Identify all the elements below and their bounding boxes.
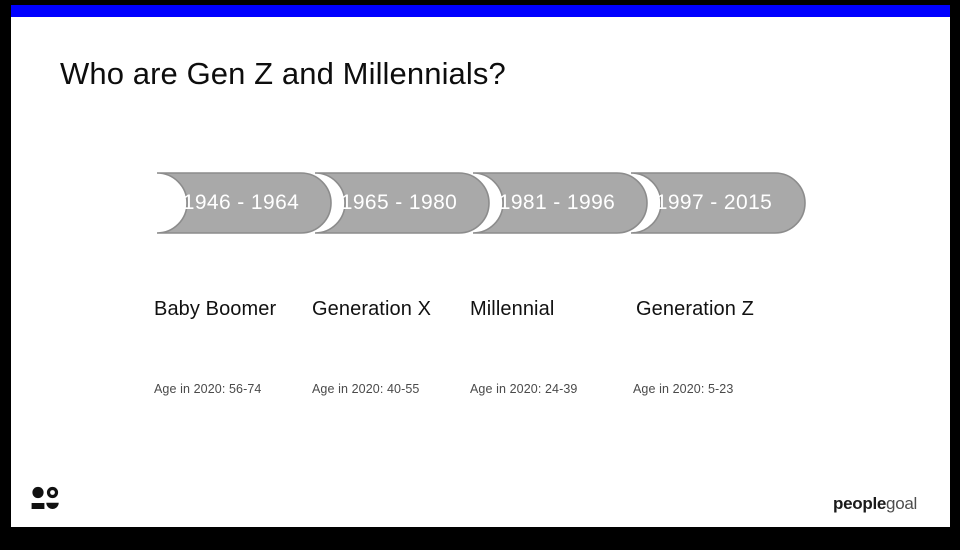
generation-age-range: Age in 2020: 24-39 bbox=[470, 382, 578, 396]
timeline-segment[interactable]: 1946 - 1964 bbox=[155, 168, 332, 238]
brand-logo: peoplegoal bbox=[833, 494, 917, 514]
brand-logo-light: goal bbox=[886, 494, 917, 513]
timeline-segment[interactable]: 1997 - 2015 bbox=[629, 168, 806, 238]
segment-year-range: 1997 - 2015 bbox=[655, 191, 773, 214]
generation-name: Baby Boomer bbox=[154, 298, 277, 320]
generation-timeline: 1946 - 1964 1965 - 1980 1981 - 1996 1997… bbox=[154, 168, 815, 396]
timeline-segment[interactable]: 1981 - 1996 bbox=[471, 168, 648, 238]
generation-age-range: Age in 2020: 5-23 bbox=[633, 382, 734, 396]
generation-name: Generation X bbox=[312, 298, 432, 320]
segment-year-range: 1965 - 1980 bbox=[340, 191, 458, 214]
timeline-segment[interactable]: 1965 - 1980 bbox=[313, 168, 490, 238]
segment-year-range: 1981 - 1996 bbox=[498, 191, 616, 214]
page-title: Who are Gen Z and Millennials? bbox=[60, 56, 506, 91]
generation-age-range: Age in 2020: 56-74 bbox=[154, 382, 262, 396]
slide-canvas: Who are Gen Z and Millennials? 1946 - 19… bbox=[11, 5, 950, 527]
generation-name: Generation Z bbox=[636, 298, 754, 320]
generation-name: Millennial bbox=[470, 298, 555, 320]
top-accent-bar bbox=[11, 5, 950, 17]
brand-logo-bold: people bbox=[833, 494, 887, 513]
people-group-icon bbox=[28, 483, 62, 517]
segment-year-range: 1946 - 1964 bbox=[182, 191, 300, 214]
generation-age-range: Age in 2020: 40-55 bbox=[312, 382, 420, 396]
